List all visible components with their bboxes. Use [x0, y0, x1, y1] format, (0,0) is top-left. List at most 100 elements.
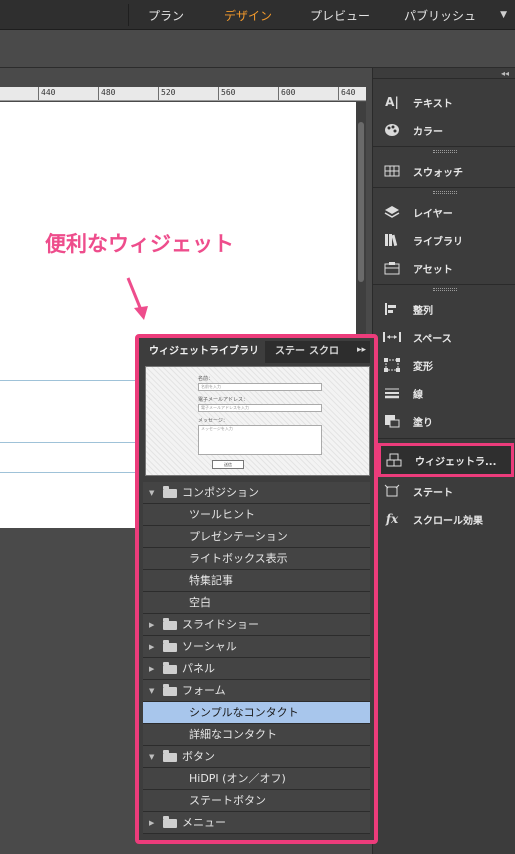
panel-item-color[interactable]: カラー [383, 118, 511, 142]
chevron-right-icon[interactable]: ▶ [149, 614, 159, 636]
preview-email-field: 電子メールアドレスを入力 [198, 404, 322, 412]
top-menu-bar: プラン デザイン プレビュー パブリッシュ ▼ [0, 0, 515, 30]
tab-design[interactable]: デザイン [224, 7, 272, 24]
folder-panels[interactable]: ▶ パネル [143, 658, 370, 680]
scrollbar-thumb[interactable] [358, 122, 364, 282]
text-icon: A| [385, 95, 399, 109]
panel-divider [373, 146, 515, 147]
panel-item-stroke[interactable]: 線 [383, 381, 511, 405]
tree-item-detailed-contact[interactable]: 詳細なコンタクト [143, 724, 370, 746]
panel-item-spacing[interactable]: スペース [383, 325, 511, 349]
palette-icon [383, 122, 401, 138]
folder-forms[interactable]: ▼ フォーム [143, 680, 370, 702]
chevron-down-icon[interactable]: ▼ [149, 746, 159, 768]
fill-icon [383, 413, 401, 429]
tree-item-label: シンプルなコンタクト [189, 706, 299, 719]
tree-item-state-button[interactable]: ステートボタン [143, 790, 370, 812]
panel-item-library[interactable]: ライブラリ [383, 228, 511, 252]
panel-item-text[interactable]: A| テキスト [383, 90, 511, 114]
tree-item-label: HiDPI (オン／オフ) [189, 772, 286, 785]
tree-item-lightbox[interactable]: ライトボックス表示 [143, 548, 370, 570]
tree-item-label: パネル [182, 662, 215, 675]
panel-item-label: ライブラリ [413, 236, 463, 248]
folder-social[interactable]: ▶ ソーシャル [143, 636, 370, 658]
panel-grip[interactable] [433, 150, 457, 153]
tree-item-hidpi-toggle[interactable]: HiDPI (オン／オフ) [143, 768, 370, 790]
folder-icon [163, 683, 177, 696]
tree-item-featured-news[interactable]: 特集記事 [143, 570, 370, 592]
tree-item-presentation[interactable]: プレゼンテーション [143, 526, 370, 548]
tab-scroll[interactable]: スクロ [303, 341, 345, 363]
panel-item-label: ウィジェットラ... [415, 456, 497, 468]
tree-item-label: ライトボックス表示 [189, 552, 288, 565]
callout-arrow-icon [126, 277, 148, 320]
folder-icon [163, 749, 177, 762]
panel-divider [373, 187, 515, 188]
chevron-right-icon[interactable]: ▶ [149, 658, 159, 680]
preview-email-label: 電子メールアドレス： [198, 397, 249, 403]
panel-menu-icon[interactable]: ▸▸ [357, 345, 366, 355]
align-icon [383, 301, 401, 317]
folder-slideshow[interactable]: ▶ スライドショー [143, 614, 370, 636]
preview-message-field: メッセージを入力 [198, 425, 322, 455]
folder-icon [163, 485, 177, 498]
panel-divider [373, 438, 515, 439]
tab-publish[interactable]: パブリッシュ [404, 7, 476, 24]
layers-icon [383, 204, 401, 220]
panel-item-transform[interactable]: 変形 [383, 353, 511, 377]
tab-widget-library[interactable]: ウィジェットライブラリ [143, 341, 265, 363]
chevron-down-icon[interactable]: ▼ [149, 680, 159, 702]
spacing-icon [383, 329, 401, 345]
chevron-right-icon[interactable]: ▶ [149, 812, 159, 834]
tree-item-label: 空白 [189, 596, 211, 609]
chevron-down-icon[interactable]: ▼ [149, 482, 159, 504]
tree-item-label: ステートボタン [189, 794, 266, 807]
tree-item-label: コンポジション [182, 486, 259, 499]
guide-line [0, 380, 140, 381]
panel-item-label: ステート [413, 487, 453, 499]
tree-item-label: ソーシャル [182, 640, 237, 653]
tab-plan[interactable]: プラン [148, 7, 184, 24]
panel-item-widget-library[interactable]: ウィジェットラ... [378, 443, 514, 477]
folder-buttons[interactable]: ▼ ボタン [143, 746, 370, 768]
folder-composition[interactable]: ▼ コンポジション [143, 482, 370, 504]
ruler-tick: 640 [338, 87, 355, 100]
folder-icon [163, 639, 177, 652]
panel-divider [373, 284, 515, 285]
folder-menus[interactable]: ▶ メニュー [143, 812, 370, 834]
panel-item-label: スウォッチ [413, 167, 463, 179]
tree-item-blank[interactable]: 空白 [143, 592, 370, 614]
widget-library-panel: ウィジェットライブラリ ステー スクロ ▸▸ 名前： 名前を入力 電子メールアド… [135, 334, 378, 844]
panel-item-scroll-effects[interactable]: fx スクロール効果 [383, 507, 511, 531]
ruler-tick: 600 [278, 87, 295, 100]
preview-name-label: 名前： [198, 376, 214, 382]
scroll-effects-icon: fx [385, 512, 399, 526]
tree-item-label: メニュー [182, 816, 226, 829]
chevron-down-icon[interactable]: ▼ [500, 10, 507, 20]
menu-divider [128, 4, 129, 26]
ruler-tick: 560 [218, 87, 235, 100]
collapse-panel-icon[interactable]: ◂◂ [501, 69, 509, 78]
tree-item-simple-contact[interactable]: シンプルなコンタクト [143, 702, 370, 724]
chevron-right-icon[interactable]: ▶ [149, 636, 159, 658]
panel-item-swatches[interactable]: スウォッチ [383, 159, 511, 183]
horizontal-ruler: 440 480 520 560 600 640 [0, 87, 366, 101]
tab-preview[interactable]: プレビュー [310, 7, 370, 24]
panel-item-label: 変形 [413, 361, 433, 373]
widget-library-icon [385, 452, 403, 468]
tree-item-tooltip[interactable]: ツールヒント [143, 504, 370, 526]
panel-item-layers[interactable]: レイヤー [383, 200, 511, 224]
panel-item-fill[interactable]: 塗り [383, 409, 511, 433]
panel-divider [373, 78, 515, 79]
panel-grip[interactable] [433, 191, 457, 194]
tree-item-label: ボタン [182, 750, 215, 763]
states-icon [383, 483, 401, 499]
panel-grip[interactable] [433, 288, 457, 291]
panel-item-states[interactable]: ステート [383, 479, 511, 503]
panel-item-assets[interactable]: アセット [383, 256, 511, 280]
tree-item-label: スライドショー [182, 618, 259, 631]
widget-preview: 名前： 名前を入力 電子メールアドレス： 電子メールアドレスを入力 メッセージ：… [145, 366, 370, 476]
transform-icon [383, 357, 401, 373]
assets-icon [383, 260, 401, 276]
panel-item-align[interactable]: 整列 [383, 297, 511, 321]
